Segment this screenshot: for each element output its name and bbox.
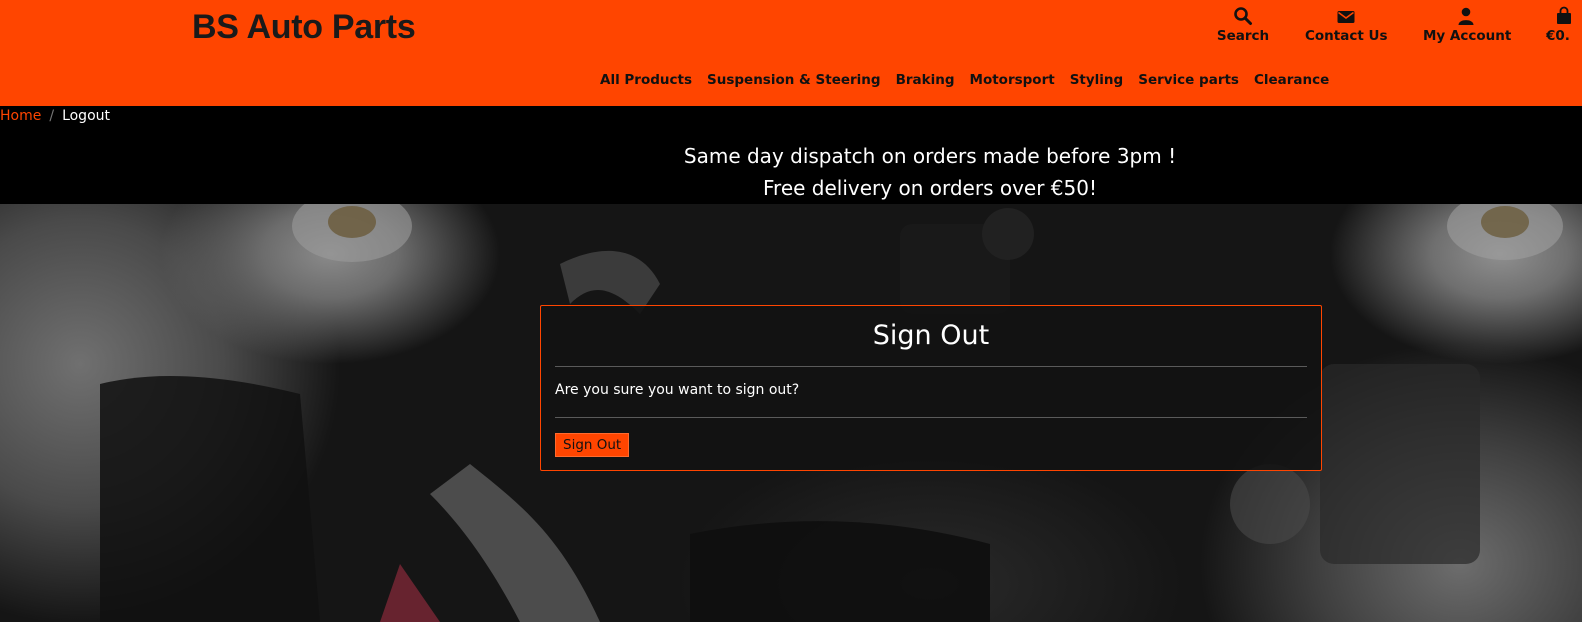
shopping-bag-link[interactable]: €0.: [1546, 6, 1582, 44]
sign-out-button[interactable]: Sign Out: [555, 433, 630, 457]
bag-total: €0.: [1546, 28, 1570, 44]
sign-out-title: Sign Out: [872, 320, 990, 351]
delivery-banner: Same day dispatch on orders made before …: [0, 140, 1582, 204]
my-account-label: My Account: [1423, 28, 1512, 44]
search-label: Search: [1216, 28, 1270, 44]
message-divider: [555, 417, 1307, 418]
nav-item-suspension-steering[interactable]: Suspension & Steering: [707, 72, 881, 88]
site-header: BS Auto Parts Search Contact Us My Accou…: [0, 0, 1582, 106]
search-link[interactable]: Search: [1216, 6, 1270, 44]
my-account-link[interactable]: My Account: [1423, 6, 1512, 44]
breadcrumb-current: Logout: [62, 108, 110, 124]
nav-item-styling[interactable]: Styling: [1070, 72, 1124, 88]
nav-item-all-products[interactable]: All Products: [600, 72, 692, 88]
contact-label: Contact Us: [1305, 28, 1388, 44]
title-divider: [555, 366, 1307, 367]
sign-out-panel: Sign Out Are you sure you want to sign o…: [540, 305, 1322, 471]
search-icon: [1216, 6, 1270, 28]
breadcrumb: Home / Logout: [0, 108, 110, 124]
envelope-icon: [1305, 6, 1387, 28]
contact-link[interactable]: Contact Us: [1305, 6, 1388, 44]
banner-delivery-text: Free delivery on orders over €50!: [763, 176, 1097, 200]
shopping-bag-icon: [1546, 6, 1582, 28]
sign-out-message: Are you sure you want to sign out?: [555, 382, 800, 398]
nav-item-clearance[interactable]: Clearance: [1254, 72, 1329, 88]
banner-dispatch-text: Same day dispatch on orders made before …: [683, 144, 1177, 168]
nav-item-braking[interactable]: Braking: [896, 72, 955, 88]
nav-item-motorsport[interactable]: Motorsport: [970, 72, 1055, 88]
brand-logo-text[interactable]: BS Auto Parts: [192, 8, 416, 47]
nav-item-service-parts[interactable]: Service parts: [1138, 72, 1239, 88]
user-icon: [1423, 6, 1509, 28]
main-nav: All Products Suspension & Steering Braki…: [600, 72, 1329, 88]
breadcrumb-home-link[interactable]: Home: [0, 108, 41, 124]
breadcrumb-separator: /: [49, 108, 55, 124]
